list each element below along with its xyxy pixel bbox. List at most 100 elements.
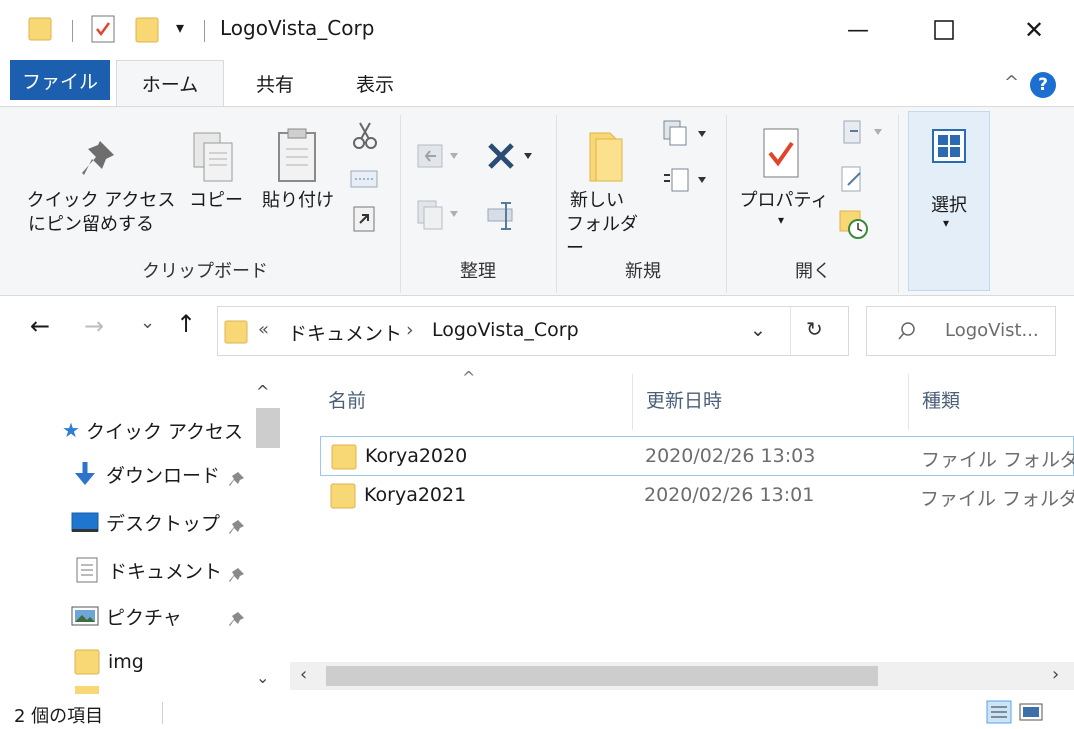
group-divider — [556, 115, 557, 293]
refresh-button[interactable]: ↻ — [806, 317, 823, 341]
nav-item-label: img — [108, 651, 144, 673]
table-row[interactable]: Korya2021 2020/02/26 13:01 ファイル フォルダー — [320, 476, 1074, 516]
new-folder-label-line2: フォルダー — [566, 214, 638, 259]
scroll-right-button[interactable]: › — [1052, 664, 1059, 685]
paste-shortcut-icon[interactable] — [352, 205, 378, 233]
pin-icon — [82, 141, 114, 175]
open-group-label: 開く — [795, 261, 831, 282]
tab-home[interactable]: ホーム — [116, 60, 224, 106]
sort-indicator: ^ — [462, 368, 476, 387]
delete-icon[interactable] — [484, 137, 540, 177]
minimize-button[interactable]: — — [828, 8, 888, 52]
folder-icon — [331, 444, 357, 470]
scroll-left-button[interactable]: ‹ — [300, 664, 307, 685]
help-button[interactable]: ? — [1030, 72, 1056, 98]
forward-button[interactable]: → — [84, 312, 104, 340]
new-folder-quick-icon[interactable] — [134, 14, 162, 44]
rename-icon[interactable] — [484, 199, 524, 233]
details-view-icon[interactable] — [986, 700, 1012, 724]
column-divider[interactable] — [908, 374, 909, 430]
download-icon — [75, 462, 95, 485]
file-name: Korya2021 — [364, 484, 467, 506]
search-box[interactable]: LogoVist... — [866, 306, 1056, 356]
open-icon[interactable] — [838, 117, 888, 151]
maximize-icon — [934, 20, 954, 40]
breadcrumb-separator: › — [406, 319, 414, 341]
large-icons-view-icon[interactable] — [1018, 700, 1044, 724]
nav-item-pictures[interactable]: ピクチャ — [70, 594, 182, 638]
properties-button[interactable]: プロパティ ▾ — [734, 127, 834, 247]
table-row[interactable]: Korya2020 2020/02/26 13:03 ファイル フォルダー — [320, 436, 1074, 476]
folder-icon — [224, 320, 248, 344]
document-icon — [76, 557, 98, 583]
organize-group-label: 整理 — [460, 261, 496, 282]
new-folder-label-line1: 新しい — [570, 190, 624, 211]
folder-icon — [74, 649, 100, 675]
nav-item-img[interactable]: img — [74, 640, 144, 684]
select-label: 選択 — [931, 195, 967, 216]
nav-item-downloads[interactable]: ダウンロード — [70, 452, 220, 496]
pin-icon — [229, 568, 244, 582]
clipboard-group-label: クリップボード — [142, 261, 268, 282]
nav-scroll-down-button[interactable]: ⌄ — [256, 668, 269, 687]
properties-icon — [763, 128, 799, 178]
navigation-pane: ^ ⌄ ★ クイック アクセス ダウンロード デスクトップ ドキュメント ピクチ… — [0, 368, 286, 694]
tab-file[interactable]: ファイル — [10, 60, 110, 100]
horizontal-scrollbar[interactable]: ‹ › — [290, 662, 1074, 690]
quick-access-dropdown[interactable]: ▾ — [176, 18, 184, 37]
properties-label: プロパティ — [739, 190, 829, 211]
nav-item-label: ダウンロード — [106, 464, 221, 487]
nav-item-label: ピクチャ — [106, 606, 182, 629]
new-item-icon[interactable] — [660, 119, 710, 153]
divider — [204, 20, 205, 42]
breadcrumb-logovista-corp[interactable]: LogoVista_Corp — [432, 319, 579, 341]
copy-path-icon[interactable] — [350, 169, 378, 191]
breadcrumb-documents[interactable]: ドキュメント — [288, 319, 402, 346]
move-to-icon[interactable] — [416, 141, 464, 173]
nav-item-desktop[interactable]: デスクトップ — [70, 500, 220, 544]
nav-scroll-up-button[interactable]: ^ — [256, 382, 269, 401]
nav-scrollbar-thumb[interactable] — [256, 408, 280, 448]
close-button[interactable]: ✕ — [1004, 8, 1064, 52]
file-type: ファイル フォルダー — [920, 488, 1074, 510]
column-header-name[interactable]: 名前 — [328, 386, 366, 413]
title-bar: ▾ LogoVista_Corp — ✕ — [0, 0, 1074, 60]
paste-icon — [278, 128, 316, 182]
column-header-type[interactable]: 種類 — [922, 386, 960, 413]
copy-label: コピー — [189, 190, 243, 211]
address-dropdown-button[interactable]: ⌄ — [750, 319, 766, 341]
pin-to-quick-access-button[interactable]: クイック アクセス にピン留めする — [18, 127, 184, 247]
folder-icon — [330, 483, 356, 509]
select-dropdown-arrow: ▾ — [943, 216, 950, 230]
address-bar[interactable]: « ドキュメント › LogoVista_Corp ⌄ ↻ — [217, 306, 849, 356]
item-count: 2 個の項目 — [14, 706, 104, 727]
easy-access-icon[interactable] — [660, 165, 710, 199]
copy-button[interactable]: コピー — [186, 127, 246, 227]
nav-item-documents[interactable]: ドキュメント — [74, 548, 222, 592]
recent-locations-button[interactable]: ⌄ — [140, 312, 155, 333]
copy-to-icon[interactable] — [416, 199, 464, 231]
select-button[interactable]: 選択 ▾ — [908, 111, 990, 291]
edit-icon[interactable] — [838, 163, 868, 197]
properties-quick-icon[interactable] — [90, 14, 118, 44]
group-divider — [400, 115, 401, 293]
nav-item-quick-access[interactable]: ★ クイック アクセス — [62, 408, 243, 452]
horizontal-scrollbar-thumb[interactable] — [326, 666, 878, 686]
up-button[interactable]: ↑ — [176, 310, 196, 338]
history-icon[interactable] — [838, 207, 872, 241]
ribbon-collapse-button[interactable]: ^ — [1004, 72, 1019, 93]
new-folder-button[interactable]: 新しい フォルダー — [562, 127, 652, 259]
maximize-button[interactable] — [914, 8, 974, 52]
column-header-modified[interactable]: 更新日時 — [646, 386, 722, 413]
search-icon — [898, 322, 915, 340]
breadcrumb-overflow[interactable]: « — [258, 319, 269, 340]
paste-button[interactable]: 貼り付け — [256, 127, 340, 227]
divider — [162, 702, 163, 724]
file-type: ファイル フォルダー — [921, 449, 1074, 471]
pin-icon — [229, 520, 244, 534]
back-button[interactable]: ← — [30, 312, 50, 340]
cut-icon[interactable] — [350, 121, 380, 151]
tab-share[interactable]: 共有 — [240, 60, 310, 106]
column-divider[interactable] — [632, 374, 633, 430]
tab-view[interactable]: 表示 — [340, 60, 410, 106]
